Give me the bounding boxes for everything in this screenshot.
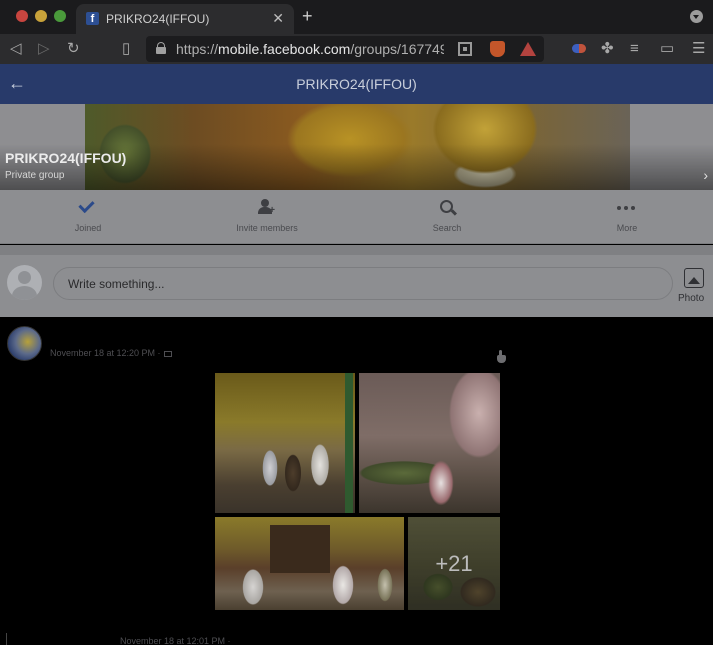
search-label: Search	[432, 223, 462, 233]
menu-icon[interactable]: ☰	[692, 39, 705, 59]
next-post-timestamp[interactable]: November 18 at 12:01 PM ·	[120, 636, 231, 645]
post-timestamp[interactable]: November 18 at 12:20 PM ·	[50, 348, 172, 358]
forward-icon[interactable]: ▷	[38, 39, 50, 59]
tab-menu-chevron-icon[interactable]	[690, 10, 703, 23]
wallet-icon[interactable]	[572, 44, 586, 53]
search-icon	[440, 200, 453, 213]
browser-toolbar: ◁ ▷ ↻ ▯ https://mobile.facebook.com/grou…	[0, 34, 713, 64]
more-dots-icon	[617, 206, 637, 210]
brave-shields-icon[interactable]	[490, 41, 505, 57]
address-bar[interactable]: https://mobile.facebook.com/groups/16774…	[146, 36, 544, 62]
new-tab-button[interactable]: +	[302, 7, 313, 25]
reload-icon[interactable]: ↻	[67, 39, 80, 59]
post-photo-1[interactable]	[215, 373, 355, 513]
write-something-input[interactable]: Write something...	[53, 267, 673, 300]
more-button[interactable]: More	[567, 190, 687, 244]
url-host: mobile.facebook.com	[218, 41, 351, 57]
next-post-avatar-edge	[6, 633, 7, 645]
section-divider	[0, 245, 713, 255]
composer-placeholder: Write something...	[68, 277, 165, 291]
maximize-window-button[interactable]	[54, 10, 66, 22]
group-privacy: Private group	[5, 170, 65, 181]
post-author-avatar[interactable]	[7, 326, 42, 361]
app-header: ← PRIKRO24(IFFOU)	[0, 64, 713, 104]
post-timestamp-text: November 18 at 12:20 PM ·	[50, 348, 161, 358]
invite-members-label: Invite members	[236, 223, 298, 233]
page-title: PRIKRO24(IFFOU)	[296, 76, 417, 92]
url-scheme: https://	[176, 41, 219, 57]
checkmark-icon	[79, 200, 97, 212]
lock-icon	[156, 42, 166, 54]
bookmark-icon[interactable]: ▯	[122, 39, 130, 59]
joined-button[interactable]: Joined	[28, 190, 148, 244]
chevron-right-icon[interactable]: ›	[703, 167, 708, 183]
add-person-icon: +	[258, 199, 275, 216]
more-label: More	[616, 223, 638, 233]
wallet-card-icon[interactable]: ▭	[660, 39, 674, 59]
post-photo-3[interactable]	[215, 517, 404, 610]
qr-code-icon[interactable]	[458, 42, 472, 56]
browser-tab[interactable]: f PRIKRO24(IFFOU) ✕	[76, 4, 294, 34]
photo-icon[interactable]	[684, 268, 704, 288]
avatar[interactable]	[7, 265, 42, 300]
back-icon[interactable]: ◁	[10, 39, 22, 59]
joined-label: Joined	[74, 223, 102, 233]
playlist-icon[interactable]: ≡	[630, 39, 639, 59]
invite-members-button[interactable]: + Invite members	[207, 190, 327, 244]
hand-cursor-icon	[497, 350, 507, 364]
url-path: /groups/1677494	[350, 41, 444, 57]
post-photo-4[interactable]: +21	[408, 517, 500, 610]
brave-rewards-icon[interactable]	[520, 42, 536, 56]
photo-building	[270, 525, 330, 573]
post-composer: Write something... Photo	[0, 255, 713, 317]
url-text: https://mobile.facebook.com/groups/16774…	[176, 41, 444, 57]
browser-window: f PRIKRO24(IFFOU) ✕ + ◁ ▷ ↻ ▯ https://mo…	[0, 0, 713, 645]
tab-title: PRIKRO24(IFFOU)	[106, 12, 210, 26]
search-button[interactable]: Search	[387, 190, 507, 244]
minimize-window-button[interactable]	[35, 10, 47, 22]
tab-close-icon[interactable]: ✕	[272, 10, 284, 27]
extensions-puzzle-icon[interactable]: ✤	[601, 39, 614, 59]
more-photos-count: +21	[435, 551, 473, 576]
facebook-favicon-icon: f	[86, 12, 99, 25]
audience-icon	[163, 350, 172, 357]
tab-strip: f PRIKRO24(IFFOU) ✕ +	[0, 0, 713, 34]
close-window-button[interactable]	[16, 10, 28, 22]
group-name: PRIKRO24(IFFOU)	[5, 150, 127, 166]
group-cover[interactable]: PRIKRO24(IFFOU) Private group ›	[0, 104, 713, 190]
post-photo-2[interactable]	[359, 373, 500, 513]
photo-pole	[345, 373, 353, 513]
group-actions: Joined + Invite members Search More	[0, 190, 713, 244]
photo-label[interactable]: Photo	[678, 293, 704, 304]
